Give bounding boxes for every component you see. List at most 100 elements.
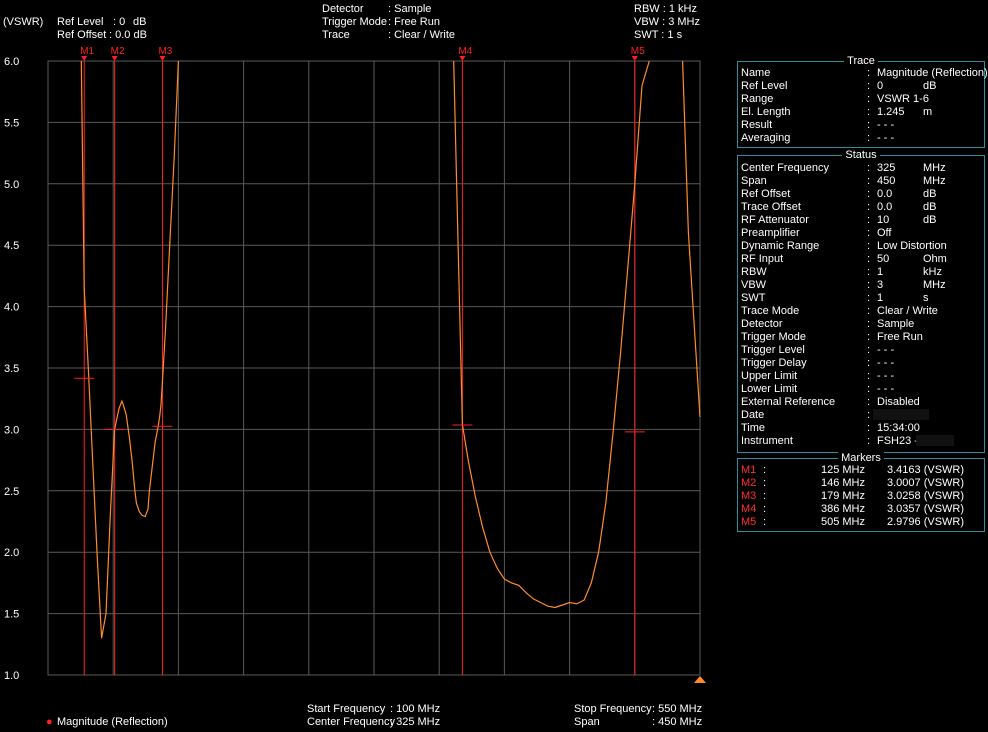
status-panel-value: Disabled	[877, 396, 920, 408]
status-panel-key: Center Frequency	[741, 162, 830, 174]
start-frequency-label: Start Frequency	[307, 703, 386, 715]
status-panel-colon: :	[867, 162, 871, 174]
trace-panel-unit: dB	[923, 80, 937, 92]
status-panel-value: 0.0	[877, 201, 893, 213]
y-tick-label: 5.0	[4, 179, 19, 191]
stop-frequency-value: : 550 MHz	[652, 703, 703, 715]
marker-name: M2	[741, 477, 757, 489]
trace-panel-value: Magnitude (Reflection)	[877, 67, 988, 79]
status-panel-key: Preamplifier	[741, 227, 800, 239]
status-panel-colon: :	[867, 292, 871, 304]
status-panel-unit: Ohm	[923, 253, 947, 265]
status-panel-colon: :	[867, 344, 871, 356]
y-tick-label: 2.5	[4, 486, 19, 498]
start-frequency-value: : 100 MHz	[390, 703, 441, 715]
status-panel-value: - - -	[877, 370, 895, 382]
trace-panel-colon: :	[867, 106, 871, 118]
status-panel-value: Off	[877, 227, 892, 239]
marker-name: M4	[741, 503, 757, 515]
marker-frequency: 146 MHz	[820, 477, 865, 489]
markers-panel-title: Markers	[738, 452, 984, 464]
status-panel-colon: :	[867, 318, 871, 330]
stop-frequency-label: Stop Frequency	[574, 703, 652, 715]
marker-value: 3.0357 (VSWR)	[887, 503, 965, 515]
center-frequency-label: Center Frequency	[307, 716, 396, 728]
trace-panel-colon: :	[867, 80, 871, 92]
trace-panel: Trace Name: Magnitude (Reflection) Ref Lev…	[737, 55, 988, 148]
vswr-trace-line	[80, 60, 701, 639]
status-panel-key: Instrument	[741, 435, 793, 447]
status-panel-value: 3	[877, 279, 884, 291]
status-panel-value: 10	[877, 214, 890, 226]
status-panel: Status Center Frequency:325 MHz Span:450 MH…	[737, 149, 985, 453]
trace-panel-value: - - -	[877, 132, 895, 144]
status-panel-colon: :	[867, 435, 871, 447]
trace-panel-key: Range	[741, 93, 774, 105]
marker-value: 3.4163 (VSWR)	[887, 464, 965, 476]
status-panel-colon: :	[867, 383, 871, 395]
trace-panel-colon: :	[867, 132, 871, 144]
status-panel-key: RF Attenuator	[741, 214, 809, 226]
status-panel-unit: kHz	[923, 266, 942, 278]
marker-label: M4	[458, 46, 472, 57]
status-panel-key: Detector	[741, 318, 783, 330]
vswr-plot: 6.0 5.5 5.0 4.5 4.0 3.5 3.0 2.5 2.0 1.5 1.0 M1 M2 M3 M…	[4, 46, 706, 683]
status-panel-colon: :	[867, 357, 871, 369]
trace-panel-value: 1.245	[877, 106, 905, 118]
center-frequency-value: : 325 MHz	[390, 716, 441, 728]
trace-panel-unit: m	[923, 106, 933, 118]
status-panel-value: Sample	[877, 318, 915, 330]
marker-label: M2	[111, 46, 125, 57]
status-panel-colon: :	[867, 370, 871, 382]
status-panel-key: Trace Mode	[741, 305, 800, 317]
legend-dot: ●	[46, 716, 53, 728]
status-panel-key: RF Input	[741, 253, 784, 265]
status-panel-colon: :	[867, 266, 871, 278]
trace-panel-value: 0	[877, 80, 884, 92]
status-panel-value: 325	[877, 162, 896, 174]
status-panel-colon: :	[867, 279, 871, 291]
status-panel-key: SWT	[741, 292, 766, 304]
status-panel-colon: :	[867, 175, 871, 187]
status-panel-key: Dynamic Range	[741, 240, 820, 252]
status-panel-key: Trigger Level	[741, 344, 805, 356]
status-panel-value: Low Distortion	[877, 240, 947, 252]
status-panel-value: 1	[877, 292, 884, 304]
status-panel-value: 1	[877, 266, 884, 278]
y-tick-label: 4.5	[4, 240, 19, 252]
status-panel-key: Ref Offset	[741, 188, 791, 200]
date-redaction	[873, 409, 929, 420]
y-tick-label: 1.5	[4, 609, 19, 621]
trace-panel-key: El. Length	[741, 106, 791, 118]
status-panel-unit: dB	[923, 214, 937, 226]
status-panel-colon: :	[867, 188, 871, 200]
trace-panel-colon: :	[867, 93, 871, 105]
marker-frequency: 179 MHz	[820, 490, 865, 502]
status-panel-key: Trigger Mode	[741, 331, 807, 343]
status-panel-colon: :	[867, 240, 871, 252]
trace-panel-key: Name	[741, 67, 771, 79]
status-panel-value: - - -	[877, 344, 895, 356]
trace-panel-key: Ref Level	[741, 80, 788, 92]
marker-frequency: 505 MHz	[820, 516, 865, 528]
marker-colon: :	[763, 464, 767, 476]
status-panel-key: RBW	[741, 266, 767, 278]
trace-panel-colon: :	[867, 119, 871, 131]
status-panel-value: Free Run	[877, 331, 923, 343]
marker-frequency: 386 MHz	[820, 503, 865, 515]
status-panel-colon: :	[867, 331, 871, 343]
marker-label: M5	[631, 46, 645, 57]
y-tick-label: 5.5	[4, 117, 19, 129]
status-panel-key: Lower Limit	[741, 383, 798, 395]
status-panel-colon: :	[867, 227, 871, 239]
stop-indicator-icon	[694, 676, 706, 683]
trace-panel-colon: :	[867, 67, 871, 79]
legend-label: Magnitude (Reflection)	[57, 716, 168, 728]
status-panel-key: Date	[741, 409, 765, 421]
status-panel-value: 0.0	[877, 188, 893, 200]
y-tick-label: 2.0	[4, 547, 19, 559]
y-tick-label: 6.0	[4, 56, 19, 68]
status-panel-title: Status	[738, 149, 984, 161]
status-panel-value: FSH23 -	[877, 435, 918, 447]
status-panel-key: External Reference	[741, 396, 836, 408]
